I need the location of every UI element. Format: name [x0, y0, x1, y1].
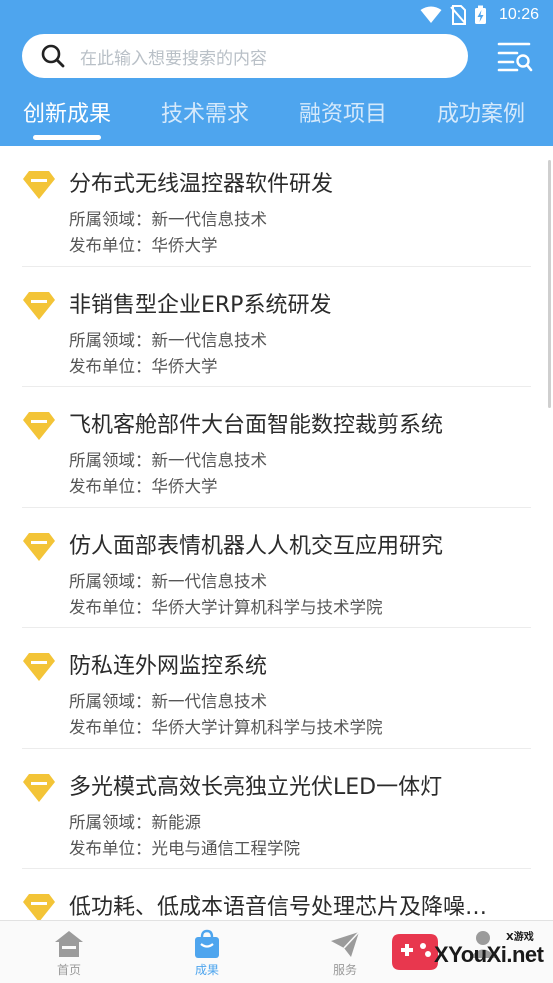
- tab-bar: 创新成果 技术需求 融资项目 成功案例: [0, 96, 553, 140]
- tab-innovation[interactable]: 创新成果: [23, 96, 111, 128]
- field-value: 新一代信息技术: [151, 692, 268, 711]
- unit-value: 华侨大学: [151, 477, 218, 496]
- field-value: 新一代信息技术: [151, 571, 268, 591]
- status-bar: 10:26: [0, 0, 553, 32]
- unit-value: 华侨大学计算机科学与技术学院: [151, 597, 383, 617]
- item-field: 所属领域：新一代信息技术: [69, 206, 267, 230]
- field-label: 所属领域：: [69, 210, 152, 229]
- nav-home-label: 首页: [56, 963, 81, 977]
- field-value: 新一代信息技术: [151, 451, 268, 470]
- watermark-small-text: X游戏: [506, 932, 534, 943]
- search-input[interactable]: 在此输入想要搜索的内容: [22, 34, 468, 78]
- item-title: 仿人面部表情机器人人机交互应用研究: [69, 533, 444, 559]
- field-label: 所属领域：: [69, 330, 152, 350]
- list-item[interactable]: 非销售型企业ERP系统研发 所属领域：新一代信息技术 发布单位：华侨大学: [0, 267, 553, 387]
- tab-tech-demand[interactable]: 技术需求: [161, 96, 249, 128]
- list-item[interactable]: 低功耗、低成本语音信号处理芯片及降噪…: [0, 869, 553, 920]
- watermark-gamepad-icon: [392, 934, 438, 970]
- field-label: 所属领域：: [69, 571, 152, 591]
- unit-label: 发布单位：: [69, 356, 152, 376]
- bag-icon: [195, 929, 219, 958]
- nav-results[interactable]: 成果: [138, 921, 276, 983]
- gem-icon: [23, 653, 55, 681]
- item-title: 防私连外网监控系统: [69, 654, 268, 679]
- unit-value: 光电与通信工程学院: [151, 838, 301, 858]
- item-title: 多光模式高效长亮独立光伏LED一体灯: [69, 774, 443, 800]
- unit-label: 发布单位：: [69, 477, 152, 496]
- paper-plane-icon: [331, 931, 360, 957]
- item-unit: 发布单位：华侨大学: [69, 473, 218, 497]
- item-field: 所属领域：新一代信息技术: [69, 447, 267, 471]
- unit-value: 华侨大学: [151, 236, 218, 255]
- item-unit: 发布单位：华侨大学计算机科学与技术学院: [69, 714, 383, 738]
- item-title: 低功耗、低成本语音信号处理芯片及降噪…: [69, 895, 488, 920]
- item-title: 非销售型企业ERP系统研发: [69, 292, 332, 318]
- results-list: 分布式无线温控器软件研发 所属领域：新一代信息技术 发布单位：华侨大学 非销售型…: [0, 146, 553, 920]
- item-unit: 发布单位：华侨大学: [69, 353, 218, 377]
- unit-label: 发布单位：: [69, 597, 152, 617]
- nav-results-label: 成果: [194, 963, 219, 977]
- gem-icon: [23, 412, 55, 440]
- list-item[interactable]: 飞机客舱部件大台面智能数控裁剪系统 所属领域：新一代信息技术 发布单位：华侨大学: [0, 387, 553, 508]
- battery-charging-icon: [474, 5, 486, 24]
- filter-list-icon[interactable]: [497, 40, 533, 74]
- list-item[interactable]: 分布式无线温控器软件研发 所属领域：新一代信息技术 发布单位：华侨大学: [0, 146, 553, 267]
- unit-label: 发布单位：: [69, 718, 152, 737]
- gem-icon: [23, 291, 55, 320]
- list-item[interactable]: 防私连外网监控系统 所属领域：新一代信息技术 发布单位：华侨大学计算机科学与技术…: [0, 628, 553, 749]
- home-icon: [55, 931, 83, 957]
- item-field: 所属领域：新能源: [69, 809, 201, 833]
- tab-indicator: [33, 135, 101, 140]
- unit-label: 发布单位：: [69, 236, 152, 255]
- item-title: 飞机客舱部件大台面智能数控裁剪系统: [69, 413, 444, 438]
- nav-home[interactable]: 首页: [0, 921, 138, 983]
- item-unit: 发布单位：光电与通信工程学院: [69, 835, 300, 859]
- item-field: 所属领域：新一代信息技术: [69, 327, 267, 351]
- header: 10:26 在此输入想要搜索的内容 创新成果 技术需求 融资项目 成功案例: [0, 0, 553, 146]
- search-placeholder: 在此输入想要搜索的内容: [80, 48, 267, 69]
- gem-icon: [23, 773, 55, 802]
- no-sim-icon: [450, 5, 466, 25]
- search-icon: [41, 44, 65, 68]
- scrollbar[interactable]: [548, 160, 551, 408]
- wifi-icon: [420, 6, 442, 23]
- status-time: 10:26: [498, 6, 539, 23]
- field-label: 所属领域：: [69, 812, 152, 832]
- watermark-brand: XYouXi.net: [434, 942, 544, 967]
- field-value: 新能源: [151, 812, 202, 832]
- unit-value: 华侨大学: [151, 356, 218, 376]
- field-value: 新一代信息技术: [151, 330, 268, 350]
- list-item[interactable]: 仿人面部表情机器人人机交互应用研究 所属领域：新一代信息技术 发布单位：华侨大学…: [0, 508, 553, 628]
- tab-success-cases[interactable]: 成功案例: [437, 96, 525, 128]
- gem-icon: [23, 532, 55, 561]
- item-field: 所属领域：新一代信息技术: [69, 688, 267, 712]
- field-value: 新一代信息技术: [151, 210, 268, 229]
- watermark: X游戏 XYouXi.net: [380, 924, 550, 980]
- unit-label: 发布单位：: [69, 838, 152, 858]
- gem-icon: [23, 171, 55, 199]
- item-title: 分布式无线温控器软件研发: [69, 172, 334, 197]
- field-label: 所属领域：: [69, 451, 152, 470]
- tab-financing[interactable]: 融资项目: [299, 96, 387, 128]
- list-item[interactable]: 多光模式高效长亮独立光伏LED一体灯 所属领域：新能源 发布单位：光电与通信工程…: [0, 749, 553, 869]
- item-unit: 发布单位：华侨大学计算机科学与技术学院: [69, 594, 383, 618]
- gem-icon: [23, 894, 55, 920]
- item-unit: 发布单位：华侨大学: [69, 232, 218, 256]
- field-label: 所属领域：: [69, 692, 152, 711]
- unit-value: 华侨大学计算机科学与技术学院: [151, 718, 383, 737]
- item-field: 所属领域：新一代信息技术: [69, 568, 267, 592]
